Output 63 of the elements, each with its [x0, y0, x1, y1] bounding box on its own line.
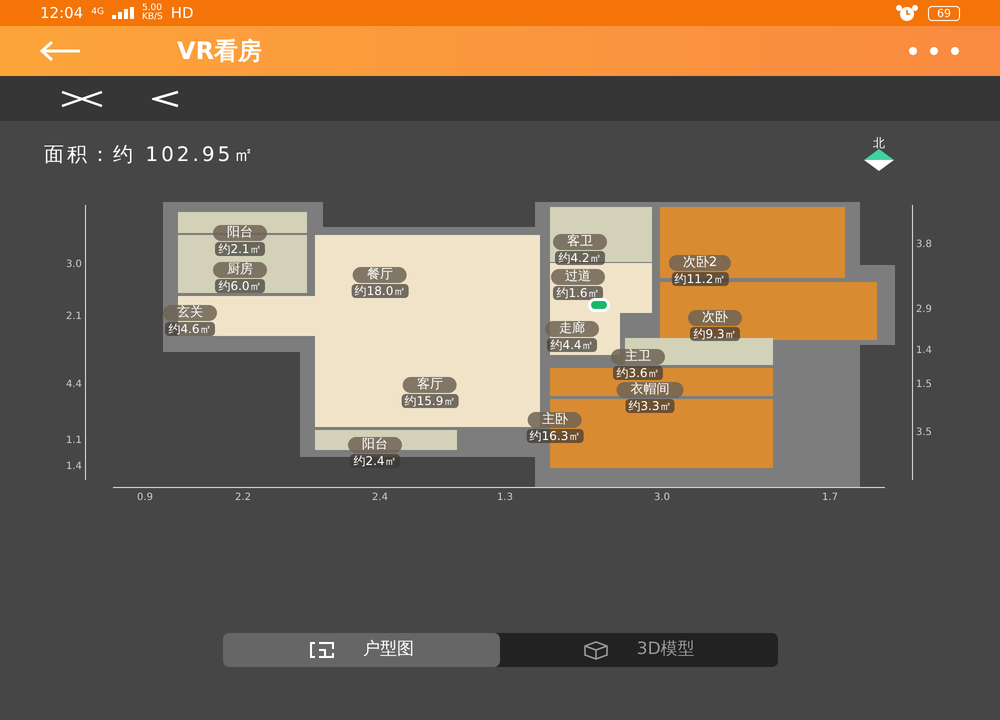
- close-icon[interactable]: [60, 90, 104, 108]
- signal-icon: [112, 7, 134, 19]
- dimension-label: 1.3: [497, 491, 513, 505]
- dimension-label: 3.0: [654, 491, 670, 505]
- dimension-label: 2.1: [66, 310, 82, 324]
- room-name: 客厅: [403, 377, 457, 393]
- room-name: 走廊: [545, 321, 599, 337]
- room-name: 阳台: [213, 225, 267, 241]
- dimension-label: 3.5: [916, 426, 932, 440]
- area-text: 面积：约 102.95㎡: [44, 141, 256, 168]
- room-area: 约1.6㎡: [553, 286, 603, 300]
- room-name: 主卧: [528, 412, 582, 428]
- hd-indicator: HD: [170, 2, 194, 24]
- room-area: 约4.6㎡: [165, 322, 215, 336]
- room-name: 阳台: [348, 437, 402, 453]
- room-name: 客卫: [553, 234, 607, 250]
- room-area: 约16.3㎡: [526, 429, 584, 443]
- speed-unit: KB/S: [142, 13, 163, 22]
- compass-label: 北: [873, 137, 885, 149]
- room-area: 约2.4㎡: [350, 454, 400, 468]
- page-title: VR看房: [177, 36, 262, 67]
- view-tab[interactable]: 3D模型: [500, 633, 778, 667]
- dimension-label: 2.9: [916, 303, 932, 317]
- room-name: 衣帽间: [616, 382, 684, 398]
- dimension-label: 3.0: [66, 258, 82, 272]
- room-name: 玄关: [163, 305, 217, 321]
- dimension-label: 4.4: [66, 378, 82, 392]
- battery-indicator: 69: [928, 6, 960, 20]
- alarm-icon: [894, 5, 920, 21]
- room-name: 主卫: [611, 349, 665, 365]
- room-area: 约2.1㎡: [215, 242, 265, 256]
- dimension-label: 0.9: [137, 491, 153, 505]
- dimension-label: 1.4: [66, 460, 82, 474]
- location-marker-icon: [588, 298, 610, 312]
- dimension-label: 3.8: [916, 238, 932, 252]
- room-area: 约9.3㎡: [690, 327, 740, 341]
- room-area: 约15.9㎡: [402, 394, 458, 408]
- compass-icon: [864, 149, 894, 171]
- cube-icon: [582, 640, 609, 660]
- room-name: 次卧: [688, 310, 742, 326]
- floorplan-icon: [308, 641, 335, 659]
- status-time: 12:04: [40, 2, 84, 24]
- room-name: 餐厅: [353, 267, 407, 283]
- network-type: 4G: [91, 6, 104, 20]
- room-area: 约6.0㎡: [215, 279, 265, 293]
- back-chevron-icon[interactable]: [152, 90, 180, 108]
- speed-value: 5.00: [142, 4, 162, 13]
- room-area: 约3.6㎡: [613, 366, 663, 380]
- dimension-label: 2.4: [372, 491, 388, 505]
- dimension-label: 2.2: [235, 491, 251, 505]
- room-area: 约3.3㎡: [625, 399, 675, 413]
- room-area: 约4.2㎡: [555, 251, 605, 265]
- room-area: 约11.2㎡: [672, 272, 728, 286]
- dimension-label: 1.4: [916, 344, 932, 358]
- view-tab[interactable]: 户型图: [222, 633, 500, 667]
- dimension-label: 1.1: [66, 434, 82, 448]
- room-name: 次卧2: [668, 255, 732, 271]
- dimension-label: 1.5: [916, 378, 932, 392]
- room-area: 约18.0㎡: [352, 284, 408, 298]
- dimension-label: 1.7: [822, 491, 838, 505]
- room-name: 厨房: [213, 262, 267, 278]
- room-name: 过道: [551, 269, 605, 285]
- room-area: 约4.4㎡: [547, 338, 597, 352]
